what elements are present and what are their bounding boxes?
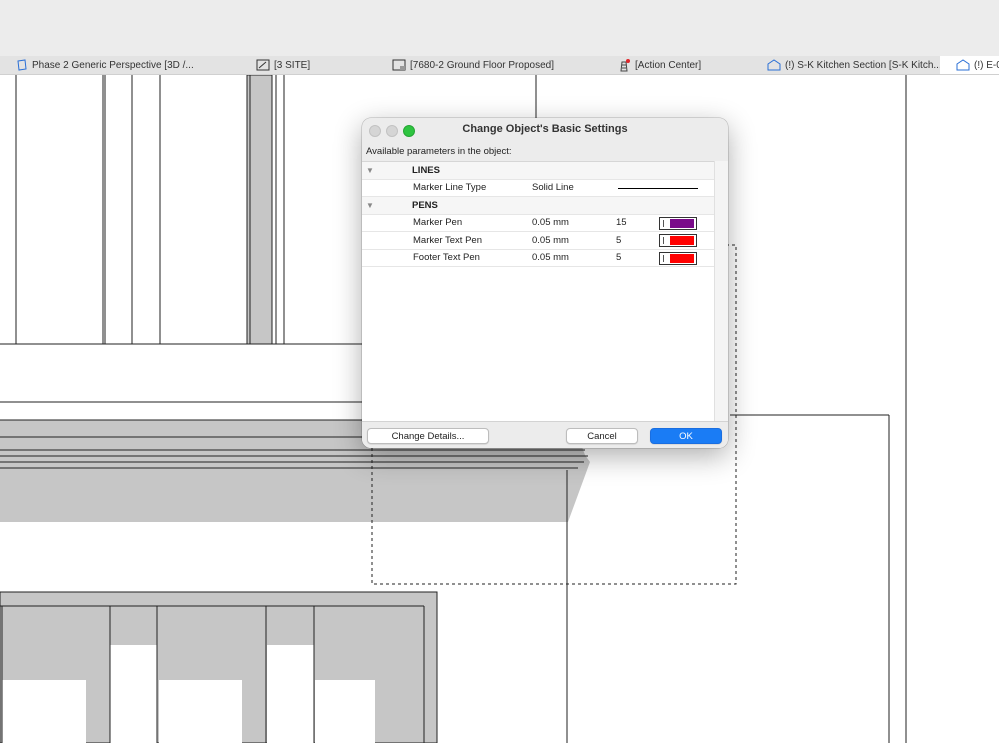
line-type-sample <box>618 187 698 189</box>
tab-label: Phase 2 Generic Perspective [3D /... <box>32 59 194 71</box>
param-name: Marker Line Type <box>413 182 487 194</box>
group-name: PENS <box>412 199 438 211</box>
parameter-list: ▼ LINES Marker Line Type Solid Line ▼ PE… <box>362 161 714 422</box>
action-center-icon <box>617 58 631 72</box>
3d-view-icon <box>16 59 28 71</box>
group-header-lines[interactable]: ▼ LINES <box>362 162 714 180</box>
tab-kitchen-section[interactable]: (!) S-K Kitchen Section [S-K Kitch... <box>767 56 942 74</box>
dialog-title: Change Object's Basic Settings <box>462 123 628 135</box>
tab-label: [3 SITE] <box>274 59 311 71</box>
tab-elevation[interactable]: (!) E-0 <box>940 56 999 74</box>
param-value: 0.05 mm <box>532 252 569 264</box>
disclosure-triangle-icon[interactable]: ▼ <box>366 166 374 175</box>
param-row-footer-text-pen[interactable]: Footer Text Pen 0.05 mm 5 <box>362 250 714 267</box>
dialog-footer: Change Details... Cancel OK <box>362 421 728 448</box>
param-name: Footer Text Pen <box>413 252 480 264</box>
change-object-settings-dialog: Change Object's Basic Settings Available… <box>362 118 728 448</box>
ok-button[interactable]: OK <box>650 428 722 444</box>
pen-number[interactable]: 5 <box>616 235 621 246</box>
tab-3-site[interactable]: [3 SITE] <box>256 56 310 74</box>
param-name: Marker Pen <box>413 217 463 229</box>
tab-label: (!) S-K Kitchen Section [S-K Kitch... <box>785 59 942 71</box>
param-value: 0.05 mm <box>532 234 569 246</box>
tab-action-center[interactable]: [Action Center] <box>617 56 701 74</box>
group-name: LINES <box>412 164 440 176</box>
change-details-button[interactable]: Change Details... <box>367 428 489 444</box>
param-value[interactable]: Solid Line <box>532 182 574 193</box>
tab-label: [Action Center] <box>635 59 702 71</box>
floor-plan-icon <box>256 59 270 71</box>
tab-label: [7680-2 Ground Floor Proposed] <box>410 59 554 71</box>
param-row-marker-line-type[interactable]: Marker Line Type Solid Line <box>362 180 714 197</box>
param-row-marker-text-pen[interactable]: Marker Text Pen 0.05 mm 5 <box>362 232 714 250</box>
dialog-titlebar: Change Object's Basic Settings <box>362 118 728 142</box>
tab-phase2-perspective[interactable]: Phase 2 Generic Perspective [3D /... <box>16 56 194 74</box>
cancel-button[interactable]: Cancel <box>566 428 638 444</box>
tab-ground-floor-proposed[interactable]: [7680-2 Ground Floor Proposed] <box>392 56 554 74</box>
group-header-pens[interactable]: ▼ PENS <box>362 197 714 215</box>
view-tab-bar: Phase 2 Generic Perspective [3D /... [3 … <box>0 56 999 75</box>
available-params-label: Available parameters in the object: <box>366 146 512 157</box>
param-value: 0.05 mm <box>532 217 569 229</box>
layout-icon <box>392 59 406 71</box>
list-scrollbar[interactable] <box>714 161 728 421</box>
param-name: Marker Text Pen <box>413 234 482 246</box>
pen-color-swatch[interactable] <box>659 216 697 230</box>
param-row-marker-pen[interactable]: Marker Pen 0.05 mm 15 <box>362 215 714 232</box>
disclosure-triangle-icon[interactable]: ▼ <box>366 201 374 210</box>
pen-number[interactable]: 15 <box>616 217 627 228</box>
pen-color-swatch[interactable] <box>659 234 697 247</box>
toolbar-area <box>0 0 999 56</box>
tab-label: (!) E-0 <box>974 59 999 71</box>
pen-color-swatch[interactable] <box>659 251 697 265</box>
elevation-icon <box>956 59 970 71</box>
section-icon <box>767 59 781 71</box>
pen-number[interactable]: 5 <box>616 252 621 263</box>
